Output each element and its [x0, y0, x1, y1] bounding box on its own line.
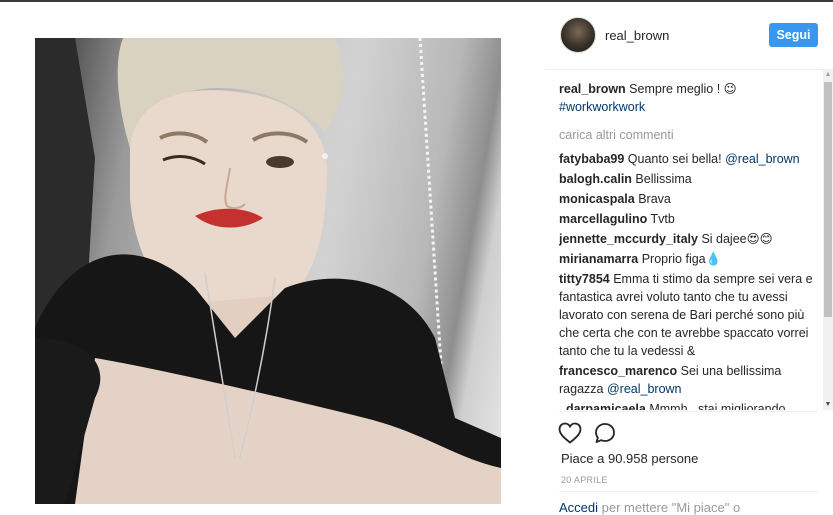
post-photo[interactable] — [35, 38, 501, 504]
comment-text: Proprio figa💧 — [641, 252, 722, 266]
likes-count[interactable]: Piace a 90.958 persone — [561, 451, 698, 466]
comment-text: Bellissima — [635, 172, 692, 186]
comment-item: monicaspala Brava — [559, 190, 821, 208]
scroll-up-arrow-icon[interactable]: ▲ — [823, 70, 833, 80]
comments-scrollbar[interactable]: ▲ ▼ — [823, 70, 833, 410]
comment-icon[interactable] — [594, 422, 616, 444]
post-date[interactable]: 20 APRILE — [561, 475, 608, 485]
header-username[interactable]: real_brown — [605, 28, 669, 43]
comment-item: marcellagulino Tvtb — [559, 210, 821, 228]
login-prompt: Accedi per mettere "Mi piace" o — [559, 500, 740, 515]
login-divider — [559, 491, 818, 492]
comment-item: balogh.calin Bellissima — [559, 170, 821, 188]
login-prompt-text: per mettere "Mi piace" o — [598, 500, 741, 515]
comments-list[interactable]: real_brown Sempre meglio ! 😉 #workworkwo… — [559, 80, 821, 410]
comment-username[interactable]: jennette_mccurdy_italy — [559, 232, 698, 246]
follow-button[interactable]: Segui — [769, 23, 818, 47]
actions-divider — [559, 411, 818, 412]
comment-username[interactable]: fatybaba99 — [559, 152, 624, 166]
login-link[interactable]: Accedi — [559, 500, 598, 515]
comment-text: Tvtb — [650, 212, 675, 226]
comment-item: _darpamicaela Mmmh...stai migliorando — [559, 400, 821, 410]
comment-username[interactable]: titty7854 — [559, 272, 610, 286]
selfie-illustration — [35, 38, 501, 504]
mention-link[interactable]: @real_brown — [725, 152, 800, 166]
comment-item: jennette_mccurdy_italy Si dajee😍😊 — [559, 230, 821, 248]
load-more-comments-link[interactable]: carica altri commenti — [559, 126, 821, 144]
avatar[interactable] — [560, 17, 596, 53]
comment-text: Brava — [638, 192, 671, 206]
comment-item: fatybaba99 Quanto sei bella! @real_brown — [559, 150, 821, 168]
comment-text: Quanto sei bella! — [627, 152, 722, 166]
comment-item: titty7854 Emma ti stimo da sempre sei ve… — [559, 270, 821, 360]
caption-text: Sempre meglio ! 😉 — [629, 82, 737, 96]
hashtag-link[interactable]: #workworkwork — [559, 100, 645, 114]
comment-item: mirianamarra Proprio figa💧 — [559, 250, 821, 268]
comment-username[interactable]: mirianamarra — [559, 252, 638, 266]
comment-username[interactable]: marcellagulino — [559, 212, 647, 226]
comment-username[interactable]: monicaspala — [559, 192, 635, 206]
comment-username[interactable]: _darpamicaela — [559, 402, 646, 410]
scroll-down-arrow-icon[interactable]: ▼ — [823, 400, 833, 410]
scroll-thumb[interactable] — [824, 82, 832, 317]
caption: real_brown Sempre meglio ! 😉 #workworkwo… — [559, 80, 821, 116]
comment-text: Mmmh...stai migliorando — [649, 402, 786, 410]
comment-username[interactable]: francesco_marenco — [559, 364, 677, 378]
heart-icon[interactable] — [558, 422, 582, 444]
caption-username[interactable]: real_brown — [559, 82, 626, 96]
mention-link[interactable]: @real_brown — [607, 382, 682, 396]
comment-username[interactable]: balogh.calin — [559, 172, 632, 186]
comment-text: Si dajee😍😊 — [701, 232, 773, 246]
comment-item: francesco_marenco Sei una bellissima rag… — [559, 362, 821, 398]
post-header: real_brown Segui — [545, 0, 833, 70]
